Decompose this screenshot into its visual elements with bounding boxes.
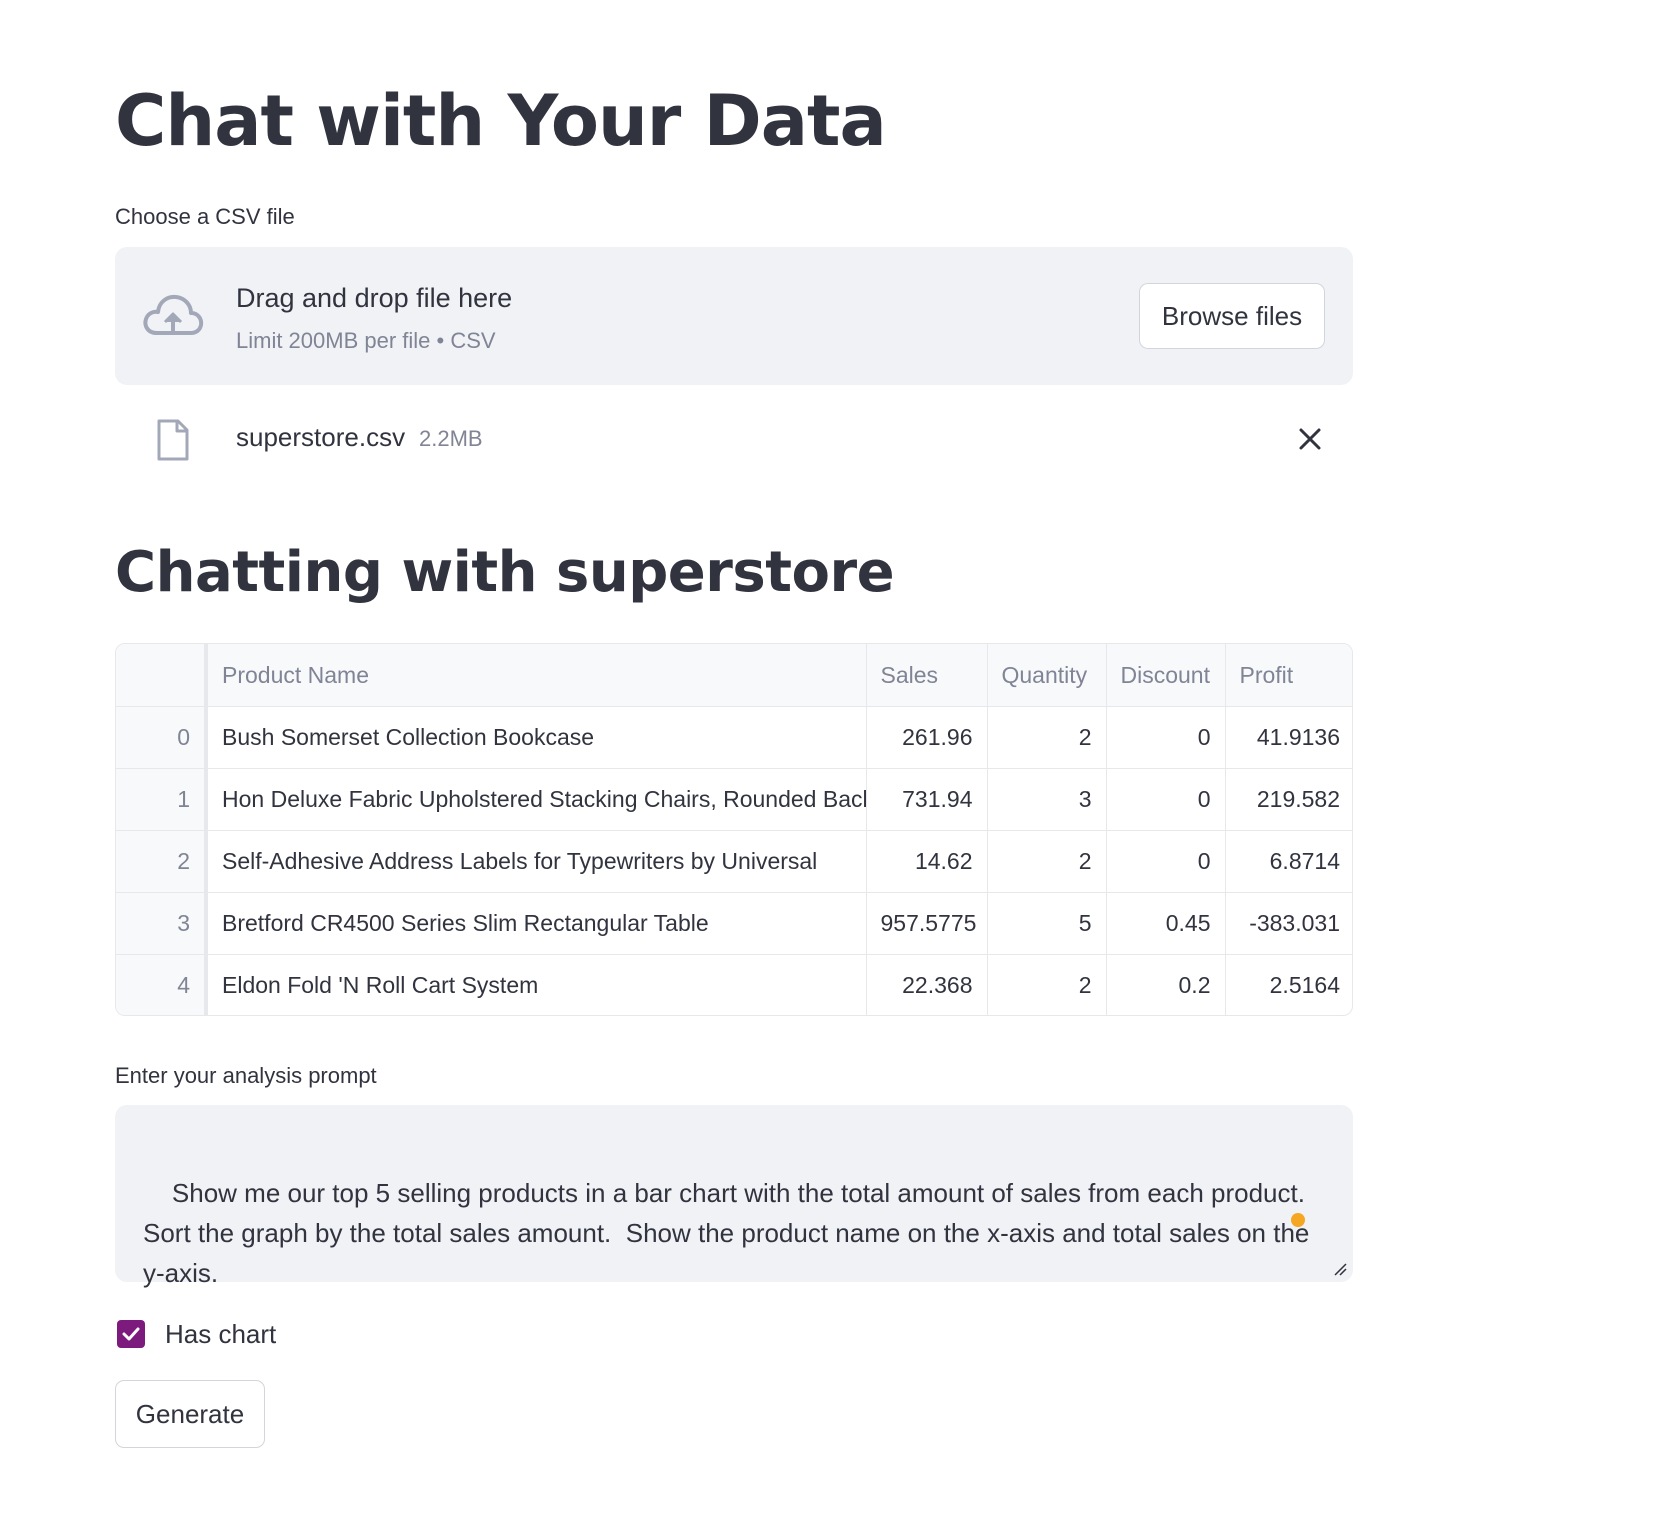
uploaded-file-size: 2.2MB	[419, 426, 483, 451]
dropzone-instructions: Drag and drop file here	[236, 283, 513, 313]
cell-profit[interactable]: -383.031	[1225, 892, 1352, 955]
cell-profit[interactable]: 219.582	[1225, 768, 1352, 831]
uploaded-file-name: superstore.csv	[236, 422, 406, 452]
table-row: 4 Eldon Fold 'N Roll Cart System 22.368 …	[116, 954, 1352, 1016]
row-index: 0	[116, 706, 208, 769]
file-dropzone[interactable]: Drag and drop file here Limit 200MB per …	[115, 247, 1353, 385]
has-chart-label: Has chart	[165, 1318, 277, 1349]
table-row: 2 Self-Adhesive Address Labels for Typew…	[116, 830, 1352, 893]
column-header-quantity[interactable]: Quantity	[987, 644, 1107, 707]
table-header-row: Product Name Sales Quantity Discount Pro…	[116, 644, 1352, 707]
cell-product-name[interactable]: Bretford CR4500 Series Slim Rectangular …	[206, 892, 867, 955]
column-header-sales[interactable]: Sales	[866, 644, 988, 707]
browse-files-button[interactable]: Browse files	[1139, 283, 1325, 349]
column-header-product-name[interactable]: Product Name	[206, 644, 867, 707]
cell-profit[interactable]: 41.9136	[1225, 706, 1352, 769]
cell-discount[interactable]: 0.2	[1106, 954, 1226, 1015]
analysis-prompt-textarea[interactable]: Show me our top 5 selling products in a …	[115, 1105, 1353, 1288]
page-title: Chat with Your Data	[115, 80, 887, 162]
generate-button[interactable]: Generate	[115, 1380, 265, 1448]
cell-product-name[interactable]: Bush Somerset Collection Bookcase	[206, 706, 867, 769]
status-dot-icon	[1291, 1213, 1305, 1227]
cell-sales[interactable]: 731.94	[866, 768, 988, 831]
row-index: 3	[116, 892, 208, 955]
dropzone-limit: Limit 200MB per file • CSV	[236, 328, 496, 353]
cell-quantity[interactable]: 2	[987, 830, 1107, 893]
section-title: Chatting with superstore	[115, 540, 895, 605]
cell-quantity[interactable]: 2	[987, 954, 1107, 1015]
row-index: 2	[116, 830, 208, 893]
cell-sales[interactable]: 261.96	[866, 706, 988, 769]
cell-sales[interactable]: 957.5775	[866, 892, 988, 955]
cell-product-name[interactable]: Eldon Fold 'N Roll Cart System	[206, 954, 867, 1015]
cell-profit[interactable]: 6.8714	[1225, 830, 1352, 893]
row-index: 4	[116, 954, 208, 1015]
file-icon	[157, 419, 189, 461]
app-page: Chat with Your Data Choose a CSV file Dr…	[0, 0, 1657, 1527]
cell-product-name[interactable]: Hon Deluxe Fabric Upholstered Stacking C…	[206, 768, 867, 831]
table-row: 0 Bush Somerset Collection Bookcase 261.…	[116, 706, 1352, 769]
prompt-text: Show me our top 5 selling products in a …	[143, 1178, 1310, 1288]
column-header-profit[interactable]: Profit	[1225, 644, 1352, 707]
uploaded-file-row: superstore.csv 2.2MB	[115, 405, 1353, 475]
dataframe[interactable]: Product Name Sales Quantity Discount Pro…	[115, 643, 1353, 1016]
resize-handle-icon[interactable]	[1333, 1262, 1347, 1276]
close-icon[interactable]	[1293, 422, 1327, 456]
row-index: 1	[116, 768, 208, 831]
prompt-label: Enter your analysis prompt	[115, 1063, 377, 1088]
data-table: Product Name Sales Quantity Discount Pro…	[116, 644, 1352, 1016]
checkbox-checked-icon[interactable]	[117, 1320, 145, 1348]
cell-discount[interactable]: 0.45	[1106, 892, 1226, 955]
table-row: 1 Hon Deluxe Fabric Upholstered Stacking…	[116, 768, 1352, 831]
cell-sales[interactable]: 22.368	[866, 954, 988, 1015]
cell-discount[interactable]: 0	[1106, 830, 1226, 893]
cell-quantity[interactable]: 3	[987, 768, 1107, 831]
cell-discount[interactable]: 0	[1106, 706, 1226, 769]
cell-quantity[interactable]: 2	[987, 706, 1107, 769]
uploader-label: Choose a CSV file	[115, 204, 295, 229]
cell-discount[interactable]: 0	[1106, 768, 1226, 831]
cell-sales[interactable]: 14.62	[866, 830, 988, 893]
cell-product-name[interactable]: Self-Adhesive Address Labels for Typewri…	[206, 830, 867, 893]
column-header-index	[116, 644, 208, 707]
cloud-upload-icon	[143, 294, 204, 335]
table-row: 3 Bretford CR4500 Series Slim Rectangula…	[116, 892, 1352, 955]
cell-quantity[interactable]: 5	[987, 892, 1107, 955]
has-chart-checkbox[interactable]: Has chart	[117, 1318, 276, 1350]
cell-profit[interactable]: 2.5164	[1225, 955, 1352, 1016]
column-header-discount[interactable]: Discount	[1106, 644, 1226, 707]
